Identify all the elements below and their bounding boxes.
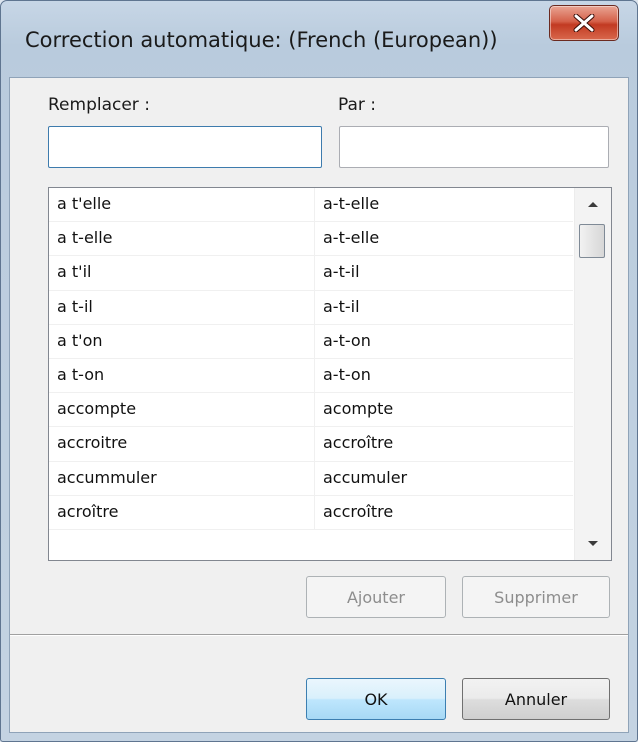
delete-button[interactable]: Supprimer [462, 576, 610, 618]
with-cell: a-t-il [315, 256, 573, 291]
with-cell: a-t-on [315, 325, 573, 359]
with-label: Par : [338, 95, 377, 115]
list-row[interactable]: acroître accroître [49, 495, 573, 530]
autocorrect-dialog: Correction automatique: (French (Europea… [0, 0, 638, 742]
with-cell: a-t-il [315, 291, 573, 325]
dialog-title: Correction automatique: (French (Europea… [25, 28, 498, 52]
replace-label: Remplacer : [48, 95, 150, 115]
with-cell: a-t-on [315, 359, 573, 394]
list-row[interactable]: accroitre accroître [49, 427, 573, 462]
with-cell: a-t-elle [315, 222, 573, 257]
list-row[interactable]: a t'on a-t-on [49, 324, 573, 359]
list-row[interactable]: a t'elle a-t-elle [49, 188, 573, 223]
vertical-scrollbar[interactable] [574, 188, 611, 560]
scrollbar-thumb[interactable] [579, 224, 605, 258]
replace-input[interactable] [48, 126, 322, 168]
replace-cell: a t-elle [49, 222, 315, 257]
with-cell: accroître [315, 496, 573, 530]
list-row[interactable]: accummuler accumuler [49, 461, 573, 496]
with-cell: accroître [315, 427, 573, 462]
scroll-up-arrow-icon[interactable] [575, 188, 611, 220]
add-button[interactable]: Ajouter [306, 576, 446, 618]
replace-cell: accummuler [49, 461, 315, 496]
scroll-down-arrow-icon[interactable] [575, 528, 611, 560]
replace-cell: a t'il [49, 256, 315, 291]
list-row[interactable]: a t-il a-t-il [49, 290, 573, 325]
with-cell: acompte [315, 393, 573, 428]
replace-cell: a t-il [49, 290, 315, 325]
dialog-content: Remplacer : Par : a t'elle a-t-elle a t-el… [9, 77, 629, 733]
replace-cell: acroître [49, 495, 315, 530]
list-row[interactable]: accompte acompte [49, 393, 573, 428]
autocorrect-list[interactable]: a t'elle a-t-elle a t-elle a-t-elle a t'il a-… [48, 187, 612, 561]
list-rows: a t'elle a-t-elle a t-elle a-t-elle a t'il a-… [49, 188, 573, 530]
title-bar[interactable]: Correction automatique: (French (Europea… [1, 1, 637, 79]
replace-cell: accompte [49, 393, 315, 428]
cancel-button[interactable]: Annuler [462, 678, 610, 720]
with-input[interactable] [339, 126, 609, 168]
list-row[interactable]: a t-on a-t-on [49, 358, 573, 394]
close-x-icon [573, 14, 595, 32]
separator-line [10, 634, 628, 636]
replace-cell: a t'elle [49, 188, 315, 223]
replace-cell: accroitre [49, 427, 315, 462]
ok-button[interactable]: OK [306, 678, 446, 720]
list-row[interactable]: a t'il a-t-il [49, 256, 573, 291]
close-button[interactable] [549, 5, 619, 41]
with-cell: accumuler [315, 462, 573, 496]
replace-cell: a t-on [49, 358, 315, 394]
list-row[interactable]: a t-elle a-t-elle [49, 222, 573, 257]
replace-cell: a t'on [49, 324, 315, 359]
with-cell: a-t-elle [315, 188, 573, 223]
